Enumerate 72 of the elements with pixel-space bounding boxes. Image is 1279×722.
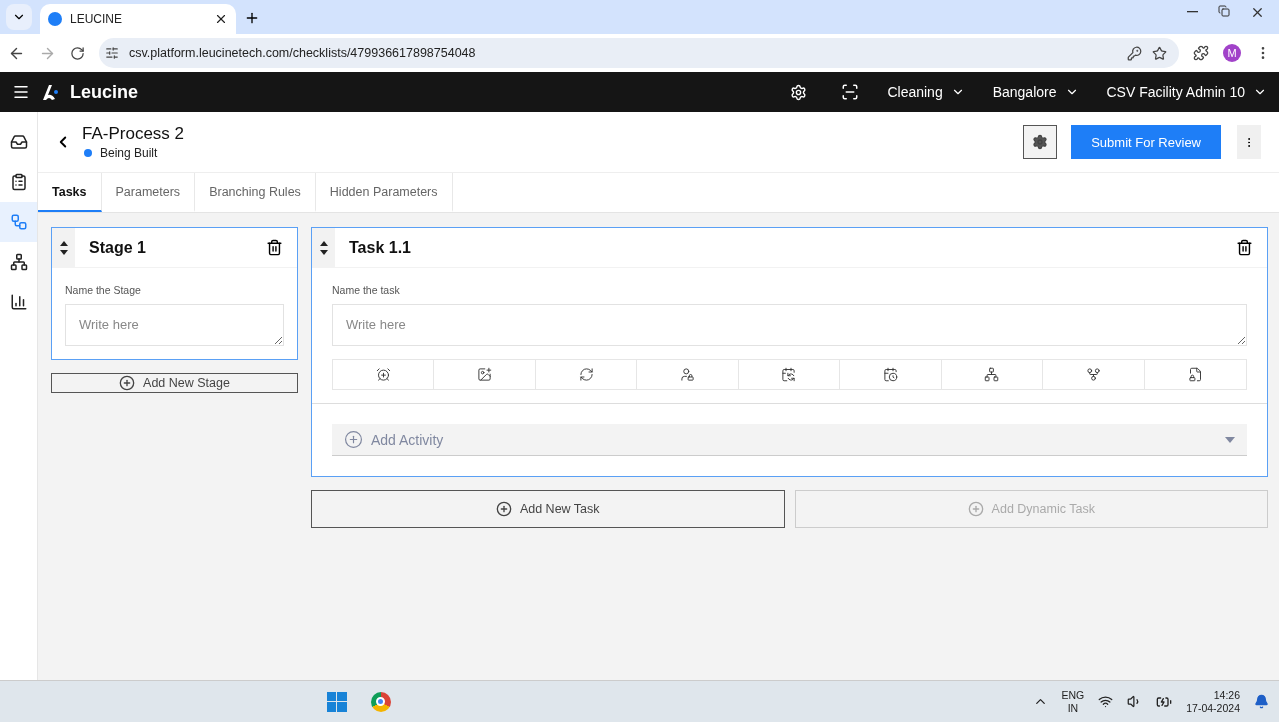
checklist-icon [9, 173, 28, 191]
task-title: Task 1.1 [349, 238, 412, 257]
restore-icon [1218, 4, 1230, 17]
extensions-icon [1193, 45, 1209, 61]
reorder-control[interactable] [52, 227, 75, 268]
clock[interactable]: 14:26 17-04-2024 [1186, 688, 1240, 715]
header-dropdown[interactable]: Bangalore [992, 84, 1079, 100]
start-icon[interactable] [326, 691, 347, 712]
profile-avatar[interactable]: M [1223, 44, 1241, 62]
down-caret-icon [319, 249, 328, 255]
menu-icon [12, 83, 30, 101]
field-label: Name the Stage [65, 284, 142, 296]
minimize-icon[interactable] [1187, 11, 1198, 13]
scan-icon [841, 83, 860, 101]
settings-icon [1032, 134, 1049, 150]
site-settings-icon [105, 46, 119, 60]
plus-circle-icon [967, 501, 984, 517]
up-caret-icon [59, 240, 68, 246]
header-dropdown[interactable]: Cleaning [887, 84, 965, 100]
star-icon [1152, 45, 1167, 61]
hierarchy-icon [9, 253, 28, 271]
reorder-control[interactable] [312, 227, 335, 268]
favicon-icon [48, 12, 62, 26]
address-bar[interactable]: csv.platform.leucinetech.com/checklists/479936617898754048 [99, 38, 1179, 68]
tab[interactable]: Hidden Parameters [315, 173, 453, 212]
stage-name-field[interactable]: Write here [65, 304, 284, 346]
status-label: Being Built [100, 146, 158, 160]
tab[interactable]: Branching Rules [195, 173, 316, 212]
calendar-clock-icon [882, 367, 898, 382]
brand-name: Leucine [70, 81, 139, 103]
add-stage-button[interactable]: Add New Stage [51, 373, 298, 393]
language-indicator[interactable]: ENG IN [1061, 688, 1085, 715]
browser-tab[interactable]: LEUCINE [40, 4, 236, 34]
settings-icon [790, 83, 808, 101]
refresh-icon [578, 367, 594, 382]
network-icon [984, 367, 1000, 382]
image-plus-icon [477, 367, 493, 382]
alarm-plus-icon [375, 367, 391, 382]
fork-icon [1085, 367, 1101, 382]
inbox-icon [9, 133, 28, 151]
field-label: Name the task [332, 284, 401, 296]
reports-icon [9, 293, 28, 311]
browser-icon[interactable] [370, 691, 391, 712]
settings-button[interactable] [1023, 125, 1058, 159]
plus-circle-icon [119, 375, 136, 391]
new-tab-icon [244, 10, 260, 26]
tab-list-button[interactable] [6, 4, 32, 30]
up-caret-icon [319, 240, 328, 246]
user-lock-icon [680, 367, 696, 382]
down-caret-icon [59, 249, 68, 255]
tab[interactable]: Parameters [101, 173, 196, 212]
logo-icon [40, 82, 60, 102]
page-title: FA-Process 2 [82, 124, 185, 144]
delete-icon[interactable] [1236, 239, 1253, 256]
stage-title: Stage 1 [89, 238, 147, 257]
wifi-icon [1098, 694, 1114, 709]
close-icon [214, 12, 228, 26]
header-dropdown[interactable]: CSV Facility Admin 10 [1106, 84, 1267, 100]
calendar-sync-icon [781, 367, 797, 382]
task-name-field[interactable]: Write here [332, 304, 1247, 346]
reload-icon [70, 45, 85, 61]
plus-circle-icon [344, 430, 363, 449]
tab[interactable]: Tasks [38, 173, 102, 212]
notification-icon [1254, 694, 1269, 709]
file-lock-icon [1187, 367, 1203, 382]
delete-icon[interactable] [266, 239, 283, 256]
builder-icon [9, 213, 28, 231]
add-task-button[interactable]: Add New Task [311, 490, 785, 528]
key-icon [1127, 45, 1142, 61]
plus-circle-icon [495, 501, 512, 517]
submit-button[interactable]: Submit For Review [1071, 125, 1221, 159]
caret-down-icon [1225, 436, 1235, 443]
